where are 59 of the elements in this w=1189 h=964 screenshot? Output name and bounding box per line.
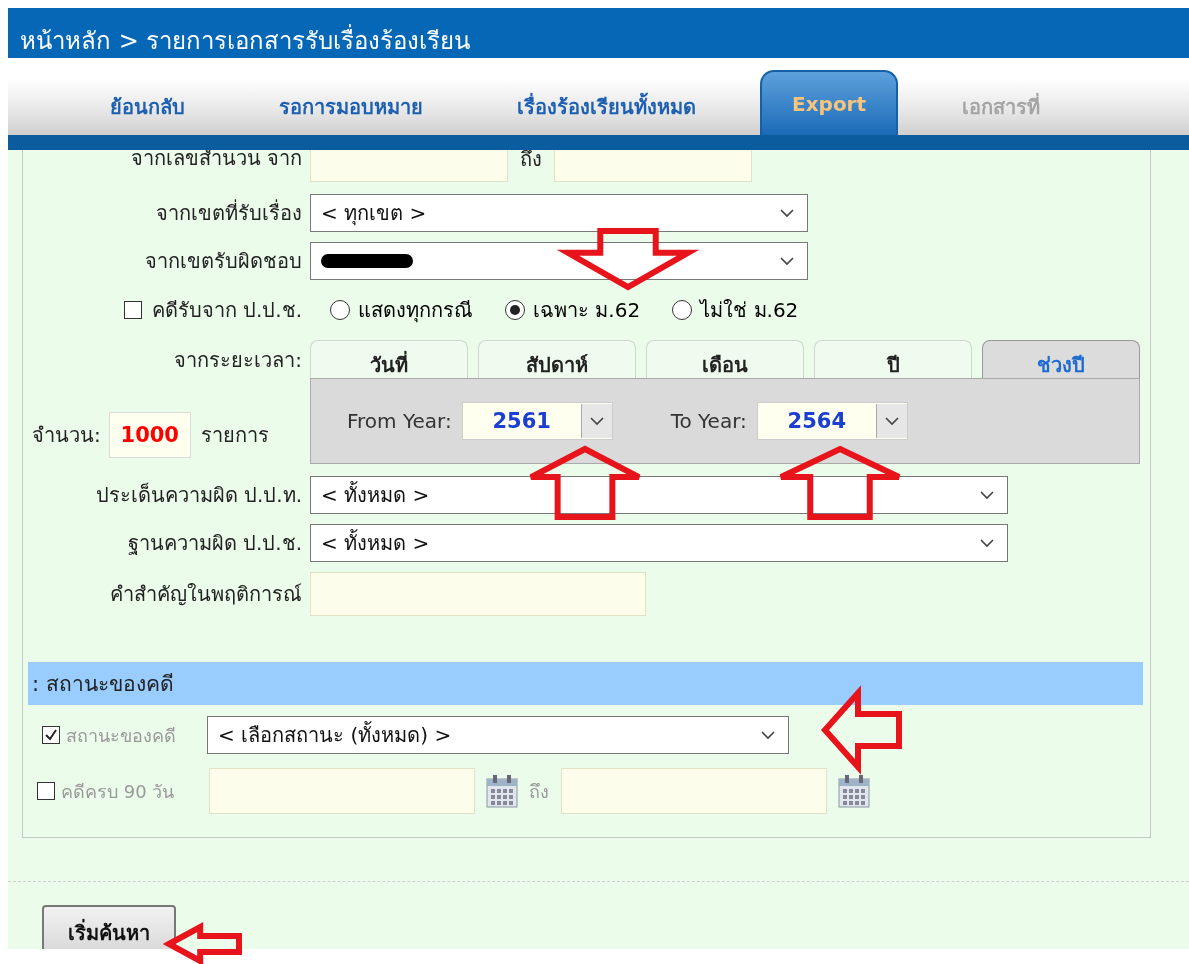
up-arrow-icon — [528, 445, 642, 520]
radio-button[interactable] — [505, 300, 525, 320]
checkbox-label: คดีครบ 90 วัน — [61, 779, 176, 804]
field-label: ฐานความผิด ป.ป.ช. — [126, 530, 302, 557]
field-label: จากเขตที่รับเรื่อง — [155, 198, 302, 227]
chevron-down-icon — [588, 416, 605, 426]
radio-label: ไม่ใช่ ม.62 — [700, 297, 799, 324]
checkbox[interactable] — [37, 782, 55, 800]
period-tab[interactable]: ช่วงปี — [982, 340, 1140, 378]
period-tab[interactable]: ปี — [814, 340, 972, 378]
count-unit: รายการ — [200, 422, 269, 449]
radio-label: เฉพาะ ม.62 — [533, 297, 641, 324]
left-arrow-icon — [162, 921, 242, 964]
field-label: คำสำคัญในพฤติการณ์ — [109, 581, 302, 608]
period-tab[interactable]: วันที่ — [310, 340, 468, 378]
checkbox[interactable] — [123, 301, 142, 319]
field-label: ถึง — [529, 779, 549, 804]
field-label: จากเขตรับผิดชอบ — [144, 248, 302, 275]
chevron-down-icon — [883, 416, 900, 426]
checkbox-label: สถานะของคดี — [66, 723, 177, 748]
date-field[interactable] — [209, 768, 475, 814]
count-field[interactable]: 1000 — [108, 412, 191, 458]
radio-button[interactable] — [672, 300, 693, 320]
select-field[interactable]: < ทุกเขต > — [310, 194, 808, 232]
select-field[interactable] — [310, 242, 808, 280]
section-header: : สถานะของคดี — [28, 662, 1143, 705]
chevron-down-icon — [779, 256, 795, 266]
calendar-icon[interactable] — [837, 773, 871, 809]
period-tab[interactable]: สัปดาห์ — [478, 340, 636, 378]
select-field[interactable]: < ทั้งหมด > — [310, 476, 1008, 514]
select-field[interactable]: < เลือกสถานะ (ทั้งหมด) > — [207, 716, 789, 754]
field-label: จากระยะเวลา: — [173, 347, 302, 374]
up-arrow-icon — [778, 445, 902, 520]
field-label: To Year: — [670, 409, 747, 433]
checkbox-label: คดีรับจาก ป.ป.ช. — [151, 297, 302, 324]
chevron-down-icon — [979, 538, 995, 548]
year-select[interactable]: 2561 — [461, 402, 613, 440]
input-field[interactable] — [310, 572, 646, 616]
search-button[interactable]: เริ่มค้นหา — [42, 905, 176, 949]
select-field[interactable]: < ทั้งหมด > — [310, 524, 1008, 562]
tab[interactable]: เรื่องร้องเรียนทั้งหมด — [487, 78, 726, 135]
checkbox[interactable] — [42, 726, 60, 744]
period-tab[interactable]: เดือน — [646, 340, 804, 378]
tab[interactable]: ย้อนกลับ — [80, 78, 215, 135]
left-arrow-icon — [821, 685, 902, 775]
field-label: ประเด็นความผิด ป.ป.ท. — [94, 481, 302, 509]
chevron-down-icon — [779, 208, 795, 218]
date-field[interactable] — [561, 768, 827, 814]
count-label: จำนวน: — [32, 422, 101, 449]
chevron-down-icon — [979, 490, 995, 500]
chevron-down-icon — [760, 730, 776, 740]
down-arrow-icon — [556, 228, 700, 291]
calendar-icon[interactable] — [485, 773, 519, 809]
radio-button[interactable] — [330, 300, 350, 320]
year-select[interactable]: 2564 — [756, 402, 908, 440]
field-label: ถึง — [520, 150, 542, 173]
field-label: From Year: — [347, 409, 452, 433]
radio-label: แสดงทุกกรณี — [358, 297, 473, 325]
tab[interactable]: รอการมอบหมาย — [249, 78, 453, 135]
